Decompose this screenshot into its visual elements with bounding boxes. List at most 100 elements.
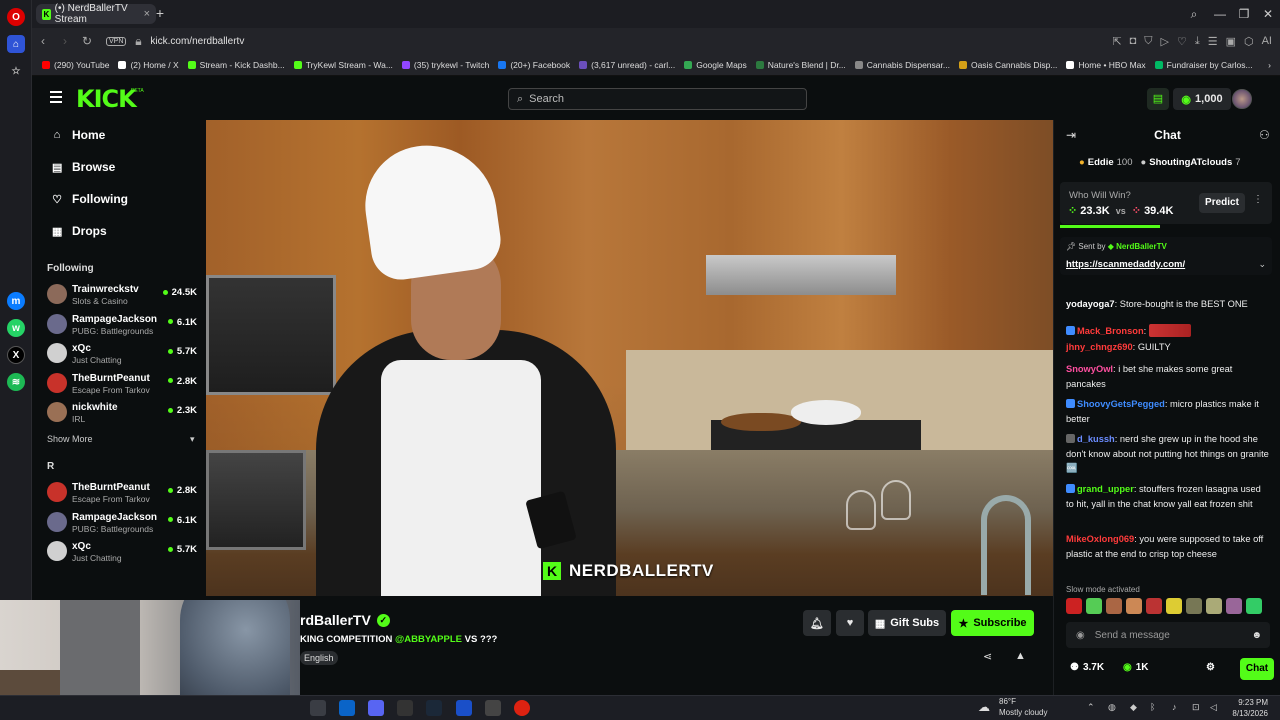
opera-logo-icon[interactable]: O [7,8,25,26]
bookmarks-more-icon[interactable]: › [1268,60,1271,70]
channel-name[interactable]: rdBallerTV [300,612,371,628]
new-tab-button[interactable]: + [152,5,168,21]
menu-icon[interactable]: ☰ [1208,35,1218,48]
opera-taskbar-icon[interactable] [514,700,530,716]
spotify-icon[interactable]: ≋ [7,373,25,391]
bluetooth-icon[interactable]: ᛒ [1150,702,1155,712]
followed-channel[interactable]: RampageJackson PUBG: Battlegrounds 6.1K [47,312,197,340]
emote[interactable] [1226,598,1242,614]
close-window-button[interactable]: ✕ [1258,4,1278,24]
tray-chevron-icon[interactable]: ⌃ [1087,702,1095,713]
kick-logo[interactable]: KICK [76,85,137,113]
extensions-icon[interactable]: ⬡ [1244,35,1254,48]
home-icon[interactable]: ⌂ [7,35,25,53]
emote[interactable] [1086,598,1102,614]
nav-item-browse[interactable]: ▤ Browse [52,160,115,174]
chat-username[interactable]: grand_upper [1077,484,1134,494]
chat-username[interactable]: yodayoga7 [1066,299,1115,309]
bookmark-item[interactable]: (35) trykewl - Twitch [401,60,489,70]
top-gifter[interactable]: ● Eddie 100 [1079,157,1132,168]
subscribe-button[interactable]: ★ Subscribe [951,610,1034,636]
chat-username[interactable]: Mack_Bronson [1077,326,1144,336]
notification-bell-button[interactable]: 🔔︎ [803,610,831,636]
minimize-button[interactable]: — [1210,4,1230,24]
bookmark-item[interactable]: Cannabis Dispensar... [854,60,950,70]
bookmark-item[interactable]: Nature's Blend | Dr... [755,60,846,70]
camera-icon[interactable]: ◘ [1130,35,1137,48]
video-player[interactable]: K NERDBALLERTV [206,120,1053,596]
ea-icon[interactable] [456,700,472,716]
bookmark-item[interactable]: (290) YouTube [42,60,109,70]
maximize-button[interactable]: ❐ [1234,4,1254,24]
chevron-down-icon[interactable]: ▾ [190,434,195,445]
task-view-icon[interactable] [310,700,326,716]
followed-channel[interactable]: RampageJackson PUBG: Battlegrounds 6.1K [47,510,197,538]
chat-username[interactable]: SnowyOwl [1066,364,1113,374]
heart-icon[interactable]: ♡ [1177,35,1187,48]
vpn-badge[interactable]: VPN [106,36,127,46]
download-icon[interactable]: ⤓ [1195,35,1200,48]
x-icon[interactable]: X [7,346,25,364]
followed-channel[interactable]: Trainwreckstv Slots & Casino 24.5K [47,282,197,310]
forward-icon[interactable]: › [54,34,76,48]
top-gifter[interactable]: ● ShoutingATclouds 7 [1140,157,1240,168]
followed-channel[interactable]: xQc Just Chatting 5.7K [47,341,197,369]
hamburger-menu-icon[interactable] [50,91,62,103]
follow-heart-button[interactable]: ♥ [836,610,864,636]
nav-item-drops[interactable]: ▦ Drops [52,224,107,238]
url-field[interactable]: kick.com/nerdballertv [150,36,244,47]
bookmark-item[interactable]: (20+) Facebook [498,60,570,70]
shield-icon[interactable]: ⛉ [1144,35,1152,48]
obs-icon[interactable] [485,700,501,716]
steam-icon[interactable] [426,700,442,716]
followed-channel[interactable]: nickwhite IRL 2.3K [47,400,197,428]
tab-close-icon[interactable]: × [144,8,150,20]
bookmark-item[interactable]: TryKewl Stream - Wa... [293,60,393,70]
emote[interactable] [1126,598,1142,614]
emote[interactable] [1106,598,1122,614]
outlook-icon[interactable] [339,700,355,716]
pinned-link[interactable]: https://scanmedaddy.com/ [1066,259,1185,270]
microphone-icon[interactable]: ♪ [1172,702,1177,712]
followed-channel[interactable]: xQc Just Chatting 5.7K [47,539,197,567]
chevron-down-icon[interactable]: ⌄ [1258,259,1266,270]
nav-item-following[interactable]: ♡ Following [52,192,128,206]
chat-username[interactable]: MikeOxlong069 [1066,534,1134,544]
reload-icon[interactable]: ↻ [76,34,98,48]
star-icon[interactable]: ☆ [7,62,25,80]
whatsapp-icon[interactable]: w [7,319,25,337]
tray-app-icon[interactable]: ◆ [1130,702,1137,713]
search-tabs-icon[interactable]: ⌕ [1184,4,1204,24]
chat-users-icon[interactable]: ⚇ [1259,128,1270,142]
pinned-user[interactable]: NerdBallerTV [1116,242,1167,251]
gift-subs-button[interactable]: ▦ Gift Subs [868,610,946,636]
weather[interactable]: 86°F Mostly cloudy [999,696,1047,718]
share-icon[interactable]: ⋖ [983,650,992,663]
show-more-link[interactable]: Show More [47,434,93,444]
messenger-icon[interactable]: m [7,292,25,310]
settings-icon[interactable]: ⚙ [1206,662,1215,673]
predict-button[interactable]: Predict [1199,193,1245,213]
more-options-icon[interactable]: ⋮ [1253,194,1263,205]
clock[interactable]: 9:23 PM 8/13/2026 [1228,697,1268,719]
share-icon[interactable]: ⇱ [1112,35,1121,48]
chat-username[interactable]: jhny_chngz690 [1066,342,1133,352]
chat-points[interactable]: ◉ 1K [1123,662,1149,673]
ai-button[interactable]: AI [1262,35,1272,48]
emote[interactable] [1066,598,1082,614]
emote[interactable] [1246,598,1262,614]
volume-icon[interactable]: ◁ [1210,702,1217,713]
emote[interactable] [1166,598,1182,614]
emote[interactable] [1186,598,1202,614]
send-chat-button[interactable]: Chat [1240,658,1274,680]
search-input[interactable]: ⌕ Search [508,88,807,110]
bookmark-item[interactable]: Fundraiser by Carlos... [1154,60,1253,70]
bookmark-item[interactable]: (3,617 unread) - carl... [579,60,675,70]
network-icon[interactable]: ⊡ [1192,702,1200,713]
kick-points-button[interactable]: ◉ 1,000 [1173,88,1231,110]
nav-item-home[interactable]: ⌂ Home [52,128,106,142]
play-icon[interactable]: ▷ [1160,35,1168,48]
tray-app-icon[interactable]: ◍ [1108,702,1116,713]
bookmark-item[interactable]: Stream - Kick Dashb... [187,60,285,70]
discord-icon[interactable] [368,700,384,716]
